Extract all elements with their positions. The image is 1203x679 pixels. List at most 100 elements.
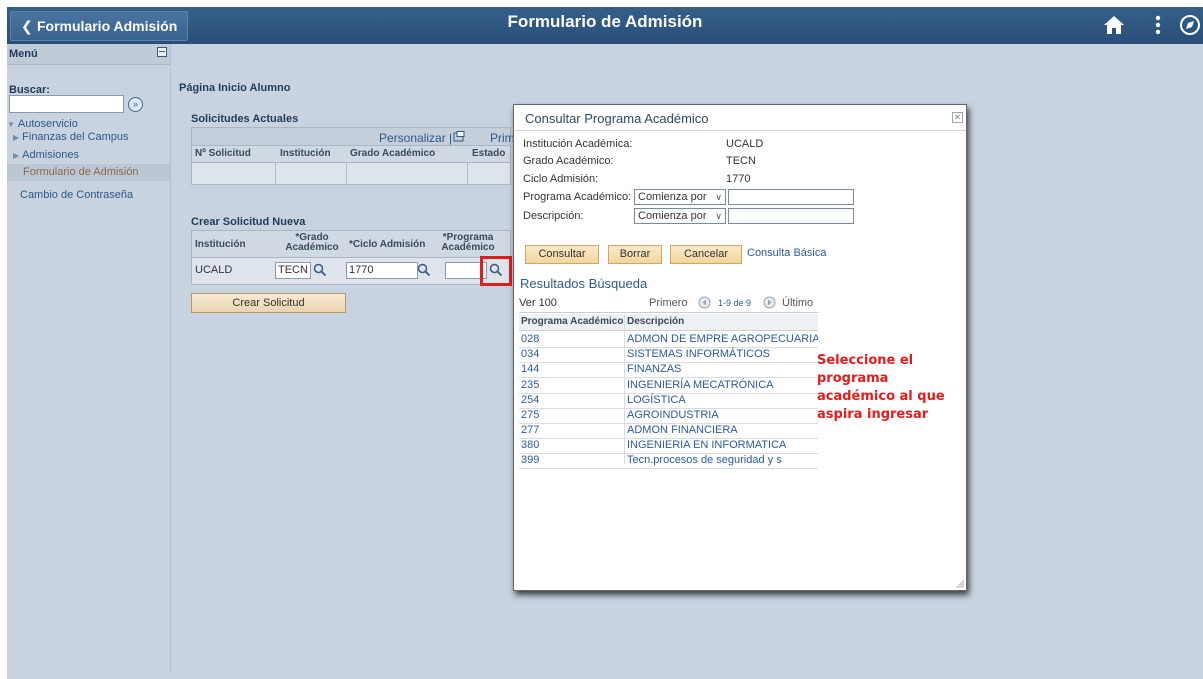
navbar-icon[interactable]: [1177, 12, 1203, 38]
clear-button[interactable]: Borrar: [608, 245, 662, 264]
page-title: Página Inicio Alumno: [179, 82, 291, 94]
personalize-link[interactable]: Personalizar |: [379, 131, 452, 145]
result-description[interactable]: ADMON DE EMPRE AGROPECUARIAS: [627, 332, 818, 347]
column-header: Institución: [280, 148, 331, 159]
result-code[interactable]: 235: [521, 378, 539, 393]
grid-header: Nº Solicitud Institución Grado Académico…: [191, 146, 511, 163]
column-header: Nº Solicitud: [195, 148, 251, 159]
previous-icon[interactable]: [698, 296, 711, 309]
collapsed-triangle-icon: ▶: [13, 151, 20, 160]
field-label: Ciclo Admisión:: [523, 173, 599, 185]
collapse-icon[interactable]: [157, 47, 167, 57]
close-icon[interactable]: ✕: [952, 112, 963, 123]
result-row[interactable]: 399 Tecn.procesos de seguridad y s: [519, 453, 818, 469]
result-row[interactable]: 254 LOGÍSTICA: [519, 393, 818, 409]
result-code[interactable]: 034: [521, 347, 539, 362]
first-label: Primero: [649, 297, 688, 309]
result-code[interactable]: 254: [521, 393, 539, 408]
result-code[interactable]: 399: [521, 453, 539, 468]
view-all-link[interactable]: Ver 100: [519, 297, 557, 309]
field-label: Institución Académica:: [523, 138, 633, 150]
result-description[interactable]: SISTEMAS INFORMÁTICOS: [627, 347, 818, 362]
sidebar-item-label: Finanzas del Campus: [22, 131, 129, 143]
new-application-row: UCALD TECN 1770: [191, 258, 511, 285]
result-description[interactable]: FINANZAS: [627, 362, 818, 377]
ciclo-input[interactable]: 1770: [346, 262, 418, 279]
result-row[interactable]: 277 ADMON FINANCIERA: [519, 423, 818, 439]
resize-handle-icon[interactable]: [956, 580, 964, 588]
description-search-input[interactable]: [728, 208, 854, 224]
result-row[interactable]: 034 SISTEMAS INFORMÁTICOS: [519, 347, 818, 363]
result-description[interactable]: INGENIERÍA MECATRÓNICA: [627, 378, 818, 393]
result-description[interactable]: INGENIERIA EN INFORMATICA: [627, 438, 818, 453]
sidebar-item-finanzas[interactable]: ▶ Finanzas del Campus: [13, 131, 129, 143]
search-lookup-icon[interactable]: [417, 263, 431, 277]
column-header: Programa Académico: [521, 316, 624, 327]
sidebar-item-admisiones[interactable]: ▶ Admisiones: [13, 149, 79, 161]
field-value: TECN: [726, 155, 756, 167]
current-applications-title: Solicitudes Actuales: [191, 113, 299, 125]
result-row[interactable]: 380 INGENIERIA EN INFORMATICA: [519, 438, 818, 454]
expanded-triangle-icon: ▼: [7, 120, 15, 129]
basic-search-link[interactable]: Consulta Básica: [747, 247, 827, 259]
result-row[interactable]: 235 INGENIERÍA MECATRÓNICA: [519, 378, 818, 394]
result-description[interactable]: Tecn.procesos de seguridad y s: [627, 453, 818, 468]
result-code[interactable]: 275: [521, 408, 539, 423]
field-value: UCALD: [726, 138, 764, 150]
instruction-annotation: Seleccione el programa académico al que …: [817, 353, 945, 422]
result-code[interactable]: 277: [521, 423, 539, 438]
field-label: Grado Académico:: [523, 155, 614, 167]
popup-icon[interactable]: [453, 131, 465, 142]
new-application-title: Crear Solicitud Nueva: [191, 216, 306, 228]
grid-empty-row: [191, 163, 511, 185]
chevron-down-icon: ∨: [715, 192, 722, 202]
results-title: Resultados Búsqueda: [520, 276, 648, 291]
result-description[interactable]: LOGÍSTICA: [627, 393, 818, 408]
create-application-button[interactable]: Crear Solicitud: [191, 293, 346, 313]
home-icon[interactable]: [1101, 12, 1127, 38]
grado-input[interactable]: TECN: [275, 262, 311, 279]
description-operator-select[interactable]: Comienza por ∨: [634, 208, 726, 224]
sidebar-item-autoservicio[interactable]: ▼ Autoservicio: [7, 118, 78, 130]
column-header: *Grado Académico: [285, 232, 339, 253]
result-code[interactable]: 144: [521, 362, 539, 377]
collapsed-triangle-icon: ▶: [13, 133, 20, 142]
result-description[interactable]: ADMON FINANCIERA: [627, 423, 818, 438]
institution-value: UCALD: [195, 264, 233, 276]
programa-operator-select[interactable]: Comienza por ∨: [634, 189, 726, 205]
next-icon[interactable]: [763, 296, 776, 309]
actions-menu-icon[interactable]: [1145, 12, 1171, 38]
highlight-box: [480, 256, 512, 286]
cancel-button[interactable]: Cancelar: [670, 245, 742, 264]
search-lookup-icon[interactable]: [313, 263, 327, 277]
column-header: *Ciclo Admisión: [349, 239, 426, 250]
sidebar-item-label: Cambio de Contraseña: [20, 189, 134, 201]
column-header: Institución: [195, 239, 246, 250]
last-label: Último: [782, 297, 814, 309]
search-button[interactable]: Consultar: [525, 245, 599, 264]
page-header-title: Formulario de Admisión: [507, 12, 703, 31]
search-go-icon[interactable]: »: [128, 97, 143, 112]
sidebar-menu: Menú Buscar: » ▼ Autoservicio ▶ Finanzas d…: [7, 44, 171, 673]
result-code[interactable]: 380: [521, 438, 539, 453]
first-link[interactable]: Prim: [490, 131, 515, 145]
programa-search-input[interactable]: [728, 189, 854, 205]
search-input[interactable]: [9, 95, 124, 113]
result-code[interactable]: 028: [521, 332, 539, 347]
sidebar-item-label: Autoservicio: [17, 118, 78, 130]
sidebar-item-formulario[interactable]: Formulario de Admisión: [7, 164, 170, 181]
sidebar-item-cambio-contrasena[interactable]: Cambio de Contraseña: [20, 189, 133, 201]
modal-title: Consultar Programa Académico: [525, 111, 709, 126]
result-description[interactable]: AGROINDUSTRIA: [627, 408, 818, 423]
result-row[interactable]: 028 ADMON DE EMPRE AGROPECUARIAS: [519, 332, 818, 348]
column-header: Grado Académico: [350, 148, 436, 159]
range-label: 1-9 de 9: [718, 298, 752, 308]
menu-title: Menú: [9, 48, 38, 60]
result-row[interactable]: 275 AGROINDUSTRIA: [519, 408, 818, 424]
lookup-modal: Consultar Programa Académico ✕ Instituci…: [513, 104, 967, 591]
menu-header: Menú: [7, 44, 170, 65]
grid-header: Institución *Grado Académico *Ciclo Admi…: [191, 230, 511, 258]
result-row[interactable]: 144 FINANZAS: [519, 362, 818, 378]
grid-toolbar: Personalizar | Prim: [191, 127, 515, 146]
current-applications-grid: Personalizar | Prim Nº Solicitud Institu…: [191, 127, 515, 187]
